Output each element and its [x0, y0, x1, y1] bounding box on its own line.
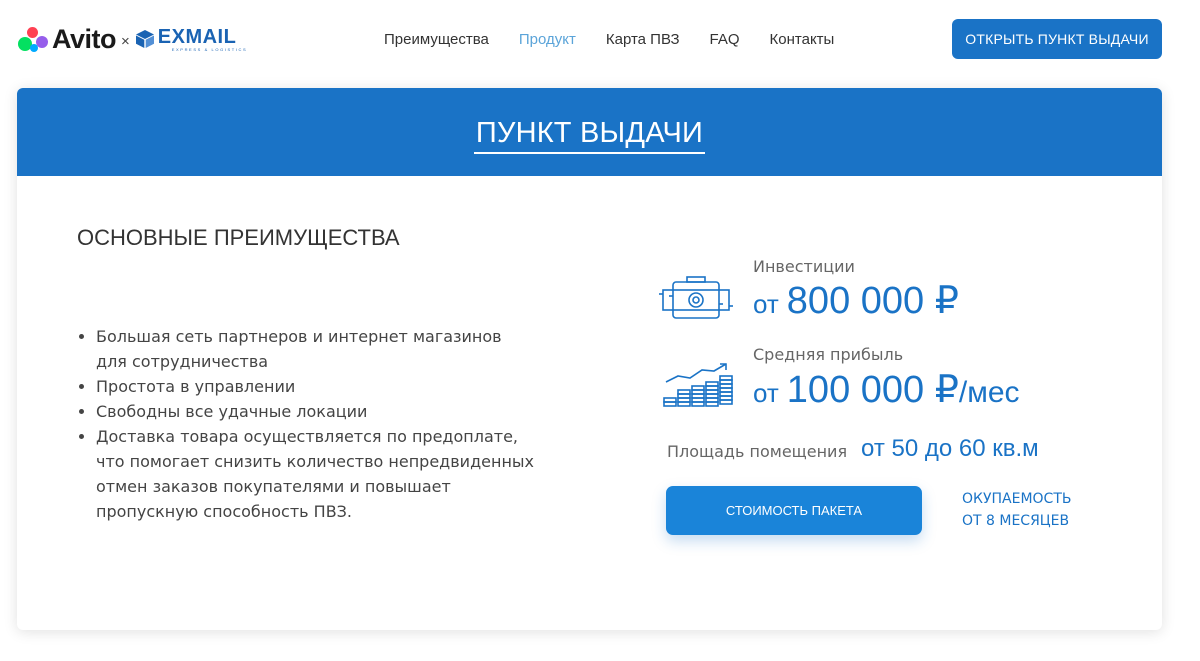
investment-label: Инвестиции: [753, 257, 855, 276]
nav-item-faq[interactable]: FAQ: [710, 31, 740, 48]
nav-item-advantages[interactable]: Преимущества: [384, 31, 489, 48]
investment-prefix: от: [753, 289, 779, 319]
advantages-heading: ОСНОВНЫЕ ПРЕИМУЩЕСТВА: [77, 225, 400, 250]
profit-prefix: от: [753, 378, 779, 408]
package-cost-button[interactable]: СТОИМОСТЬ ПАКЕТА: [666, 486, 922, 535]
product-card: ПУНКТ ВЫДАЧИ ОСНОВНЫЕ ПРЕИМУЩЕСТВА Больш…: [17, 88, 1162, 630]
growth-chart-icon: [663, 363, 733, 407]
nav-item-contacts[interactable]: Контакты: [770, 31, 835, 48]
avito-wordmark: Avito: [52, 23, 117, 54]
payback-period: ОТ 8 МЕСЯЦЕВ: [962, 513, 1070, 529]
main-nav: Преимущества Продукт Карта ПВЗ FAQ Конта…: [384, 31, 864, 48]
exmail-subtitle: EXPRESS & LOGISTICS: [171, 46, 248, 52]
investment-value: от 800 000 ₽: [753, 278, 959, 323]
investment-amount: 800 000 ₽: [786, 280, 959, 322]
profit-label: Средняя прибыль: [753, 345, 904, 364]
profit-value: от 100 000 ₽/мес: [753, 367, 1020, 412]
open-pickup-point-button[interactable]: ОТКРЫТЬ ПУНКТ ВЫДАЧИ: [952, 19, 1162, 59]
list-item: Большая сеть партнеров и интернет магази…: [96, 324, 536, 374]
exmail-text: EXMAIL: [157, 25, 237, 48]
card-title: ПУНКТ ВЫДАЧИ: [473, 117, 706, 154]
money-briefcase-icon: [659, 276, 733, 319]
payback-title: ОКУПАЕМОСТЬ: [962, 491, 1072, 507]
area-value: от 50 до 60 кв.м: [861, 435, 1039, 462]
exmail-box-icon: [135, 30, 154, 48]
list-item: Простота в управлении: [96, 374, 536, 399]
nav-item-product[interactable]: Продукт: [519, 31, 576, 48]
advantages-list: Большая сеть партнеров и интернет магази…: [77, 324, 536, 524]
nav-item-map[interactable]: Карта ПВЗ: [606, 31, 680, 48]
area-label: Площадь помещения: [667, 442, 848, 461]
profit-amount: 100 000 ₽: [786, 369, 959, 411]
logo-separator: ×: [121, 32, 130, 50]
profit-suffix: /мес: [958, 376, 1020, 409]
brand-logo[interactable]: Avito × EXMAIL EXPRESS & LOGISTICS: [18, 22, 247, 56]
list-item: Доставка товара осуществляется по предоп…: [96, 424, 536, 524]
payback-text: ОКУПАЕМОСТЬ ОТ 8 МЕСЯЦЕВ: [962, 488, 1071, 532]
card-header: ПУНКТ ВЫДАЧИ: [17, 88, 1162, 176]
site-header: Avito × EXMAIL EXPRESS & LOGISTICS Преим…: [0, 0, 1200, 80]
avito-logo-icon: [18, 24, 50, 54]
exmail-wordmark: EXMAIL EXPRESS & LOGISTICS: [158, 27, 248, 52]
list-item: Свободны все удачные локации: [96, 399, 536, 424]
